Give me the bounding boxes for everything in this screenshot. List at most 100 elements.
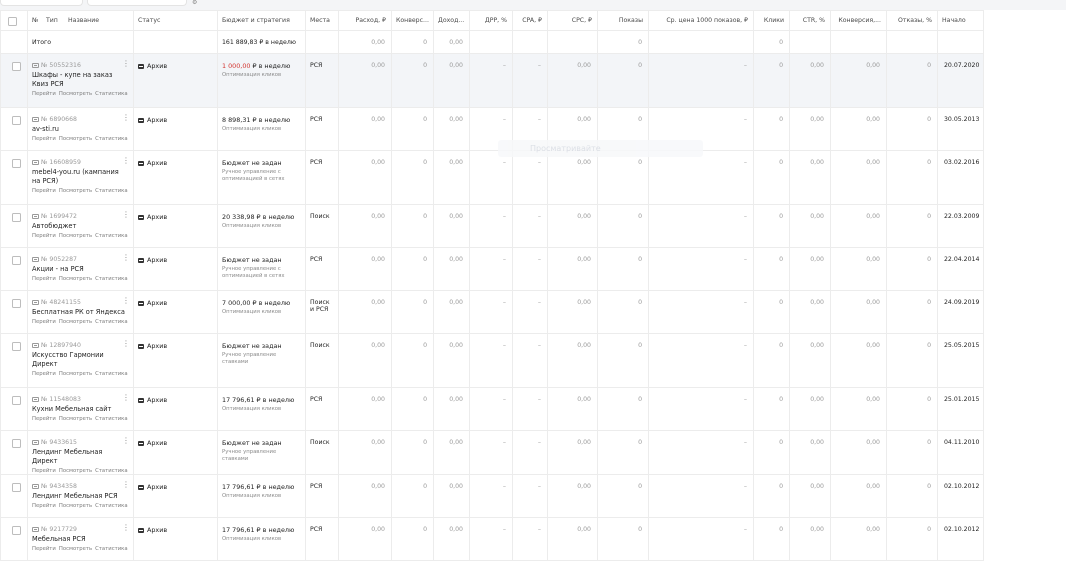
table-row[interactable]: № 9433615 Лендинг Мебельная Директ Перейти… (0, 430, 984, 475)
filter-icon[interactable]: ⚙ (192, 0, 204, 5)
budget-cell[interactable]: Бюджет не задан Ручное управление с оптим… (217, 247, 306, 291)
row-checkbox[interactable] (12, 159, 21, 168)
link-stats[interactable]: Статистика (95, 319, 127, 325)
table-row[interactable]: № 48241155 Бесплатная РК от Яндекса Перейт… (0, 290, 984, 334)
link-view[interactable]: Посмотреть (59, 319, 92, 325)
row-checkbox[interactable] (12, 256, 21, 265)
row-checkbox[interactable] (12, 439, 21, 448)
link-go[interactable]: Перейти (32, 503, 56, 509)
header-bounce[interactable]: Отказы, % (886, 10, 938, 31)
table-row[interactable]: № 16608959 mebel4-you.ru (кампания на РСЯ… (0, 150, 984, 205)
link-go[interactable]: Перейти (32, 371, 56, 377)
row-checkbox[interactable] (12, 299, 21, 308)
header-budget[interactable]: Бюджет и стратегия (217, 10, 306, 31)
link-view[interactable]: Посмотреть (59, 468, 92, 474)
table-row[interactable]: № 9052287 Акции - на РСЯ Перейти Посмотреть… (0, 247, 984, 291)
link-stats[interactable]: Статистика (95, 188, 127, 194)
more-actions-icon[interactable]: ⋮ (122, 524, 130, 532)
link-go[interactable]: Перейти (32, 546, 56, 552)
table-row[interactable]: № 11548083 Кухни Мебельная сайт Перейти Пос… (0, 387, 984, 431)
header-cpm[interactable]: Ср. цена 1000 показов, ₽ (648, 10, 754, 31)
header-cpa[interactable]: CPA, ₽ (512, 10, 548, 31)
link-go[interactable]: Перейти (32, 136, 56, 142)
link-view[interactable]: Посмотреть (59, 503, 92, 509)
budget-cell[interactable]: 17 796,61 ₽ в неделю Оптимизация кликов (217, 517, 306, 561)
campaign-name[interactable]: Мебельная РСЯ (32, 535, 129, 544)
link-stats[interactable]: Статистика (95, 416, 127, 422)
campaign-name[interactable]: Лендинг Мебельная РСЯ (32, 492, 129, 501)
more-actions-icon[interactable]: ⋮ (122, 437, 130, 445)
link-go[interactable]: Перейти (32, 416, 56, 422)
row-checkbox[interactable] (12, 342, 21, 351)
link-view[interactable]: Посмотреть (59, 416, 92, 422)
table-row[interactable]: № 9217729 Мебельная РСЯ Перейти Посмотреть С… (0, 517, 984, 561)
table-row[interactable]: № 50552316 Шкафы - купе на заказ Квиз РСЯ… (0, 53, 984, 108)
budget-cell[interactable]: 7 000,00 ₽ в неделю Оптимизация кликов (217, 290, 306, 334)
row-checkbox[interactable] (12, 526, 21, 535)
campaign-id-text[interactable]: № 11548083 (41, 396, 81, 403)
header-conversions[interactable]: Конверс... (391, 10, 434, 31)
more-actions-icon[interactable]: ⋮ (122, 254, 130, 262)
campaign-id-text[interactable]: № 48241155 (41, 299, 81, 306)
header-cpc[interactable]: CPC, ₽ (547, 10, 598, 31)
campaign-name[interactable]: Бесплатная РК от Яндекса (32, 308, 129, 317)
header-spend[interactable]: Расход, ₽ (338, 10, 392, 31)
header-ctr[interactable]: CTR, % (789, 10, 831, 31)
campaign-id-text[interactable]: № 9052287 (41, 256, 77, 263)
header-no[interactable]: № (32, 17, 46, 24)
link-go[interactable]: Перейти (32, 276, 56, 282)
link-stats[interactable]: Статистика (95, 233, 127, 239)
header-drr[interactable]: ДРР, % (469, 10, 513, 31)
table-row[interactable]: № 6890668 av-sti.ru Перейти Посмотреть Стати… (0, 107, 984, 151)
header-clicks[interactable]: Клики (753, 10, 790, 31)
link-view[interactable]: Посмотреть (59, 546, 92, 552)
header-shows[interactable]: Показы (597, 10, 649, 31)
link-go[interactable]: Перейти (32, 319, 56, 325)
campaign-name[interactable]: Лендинг Мебельная Директ (32, 448, 129, 466)
link-view[interactable]: Посмотреть (59, 233, 92, 239)
link-stats[interactable]: Статистика (95, 371, 127, 377)
link-stats[interactable]: Статистика (95, 503, 127, 509)
search-input[interactable] (87, 0, 187, 6)
campaign-name[interactable]: av-sti.ru (32, 125, 129, 134)
budget-cell[interactable]: 20 338,98 ₽ в неделю Оптимизация кликов (217, 204, 306, 248)
row-checkbox[interactable] (12, 116, 21, 125)
campaign-name[interactable]: Акции - на РСЯ (32, 265, 129, 274)
budget-cell[interactable]: Бюджет не задан Ручное управление ставкам… (217, 430, 306, 475)
link-go[interactable]: Перейти (32, 468, 56, 474)
link-go[interactable]: Перейти (32, 91, 56, 97)
more-actions-icon[interactable]: ⋮ (122, 60, 130, 68)
more-actions-icon[interactable]: ⋮ (122, 340, 130, 348)
link-view[interactable]: Посмотреть (59, 136, 92, 142)
campaign-id-text[interactable]: № 9434358 (41, 483, 77, 490)
budget-cell[interactable]: Бюджет не задан Ручное управление ставкам… (217, 333, 306, 388)
more-actions-icon[interactable]: ⋮ (122, 157, 130, 165)
campaign-id-text[interactable]: № 6890668 (41, 116, 77, 123)
link-stats[interactable]: Статистика (95, 136, 127, 142)
select-all-checkbox[interactable] (8, 17, 17, 26)
link-view[interactable]: Посмотреть (59, 276, 92, 282)
row-checkbox[interactable] (12, 396, 21, 405)
link-stats[interactable]: Статистика (95, 468, 127, 474)
budget-cell[interactable]: 1 000,00 ₽ в неделю Оптимизация кликов (217, 53, 306, 108)
more-actions-icon[interactable]: ⋮ (122, 211, 130, 219)
campaign-name[interactable]: Шкафы - купе на заказ Квиз РСЯ (32, 71, 129, 89)
filter-field-left[interactable] (0, 0, 83, 6)
link-view[interactable]: Посмотреть (59, 371, 92, 377)
campaign-id-text[interactable]: № 9433615 (41, 439, 77, 446)
table-row[interactable]: № 1699472 Автобюджет Перейти Посмотреть Стат… (0, 204, 984, 248)
row-checkbox[interactable] (12, 62, 21, 71)
header-status[interactable]: Статус (133, 10, 218, 31)
link-view[interactable]: Посмотреть (59, 188, 92, 194)
campaign-id-text[interactable]: № 1699472 (41, 213, 77, 220)
campaign-id-text[interactable]: № 9217729 (41, 526, 77, 533)
link-go[interactable]: Перейти (32, 188, 56, 194)
more-actions-icon[interactable]: ⋮ (122, 114, 130, 122)
budget-cell[interactable]: 17 796,61 ₽ в неделю Оптимизация кликов (217, 387, 306, 431)
campaign-name[interactable]: Кухни Мебельная сайт (32, 405, 129, 414)
row-checkbox[interactable] (12, 483, 21, 492)
header-type[interactable]: Тип (46, 17, 68, 24)
campaign-name[interactable]: Автобюджет (32, 222, 129, 231)
more-actions-icon[interactable]: ⋮ (122, 394, 130, 402)
link-stats[interactable]: Статистика (95, 276, 127, 282)
